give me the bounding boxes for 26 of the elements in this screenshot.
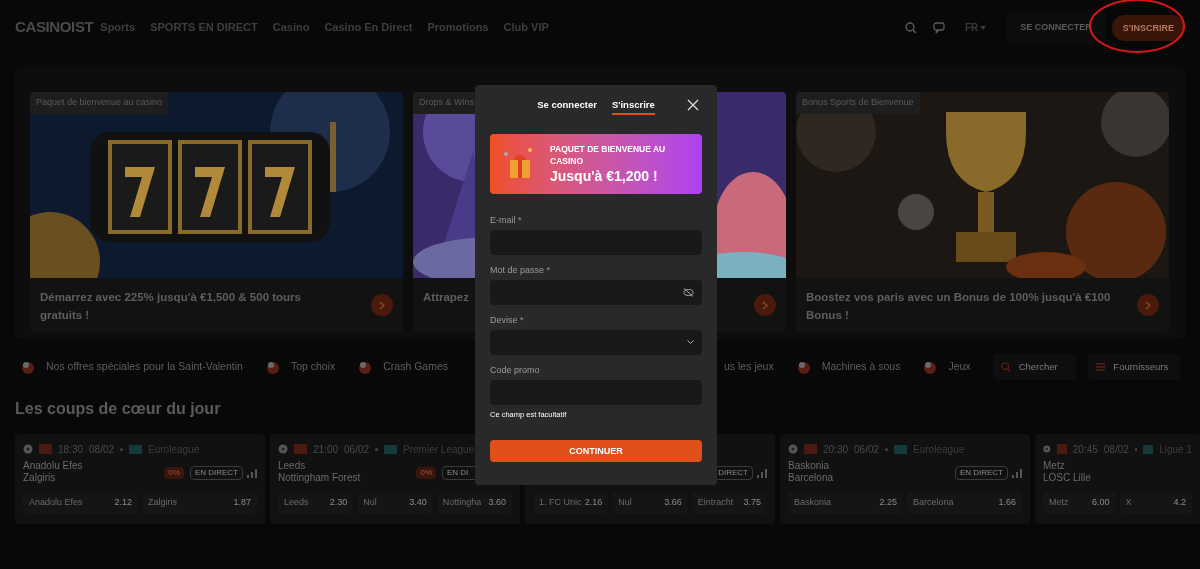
section-title: Les coups de cœur du jour <box>15 399 221 419</box>
match-time: 20:45 <box>1072 442 1098 457</box>
field-label: E-mail * <box>490 214 523 226</box>
home-team: Metz <box>1043 460 1066 472</box>
match-date: 06/02 <box>344 442 370 457</box>
away-team: Nottingham Forest <box>278 472 361 484</box>
promo-caption: Attrapez <box>423 290 469 305</box>
match-date: 06/02 <box>854 442 880 457</box>
live-badge: EN DIRECT <box>189 466 243 480</box>
field-label: Code promo <box>490 364 541 376</box>
promo-caption: Démarrez avec 225% jusqu'à €1,500 & 500 tours gratuits ! <box>40 290 302 323</box>
live-badge: EN DIRECT <box>954 466 1008 480</box>
bonus-amount: Jusqu'à €1,200 ! <box>550 167 659 185</box>
away-team: LOSC Lille <box>1043 472 1091 484</box>
field-label: Devise * <box>490 314 525 326</box>
away-team: Barcelona <box>788 472 834 484</box>
bonus-title: PAQUET DE BIENVENUE AU CASINO <box>550 143 667 167</box>
match-date: 08/02 <box>89 442 115 457</box>
away-team: Zalgiris <box>23 472 57 484</box>
promo-caption: Boostez vos paris avec un Bonus de 100% jusqu'à €100 Bonus ! <box>806 290 1111 323</box>
home-team: Anadolu Efes <box>23 460 83 472</box>
home-team: Leeds <box>278 460 307 472</box>
home-team: Baskonia <box>788 460 831 472</box>
field-label: Mot de passe * <box>490 264 552 276</box>
boost-badge: 0% <box>416 467 436 479</box>
boost-badge: 0% <box>164 467 184 479</box>
